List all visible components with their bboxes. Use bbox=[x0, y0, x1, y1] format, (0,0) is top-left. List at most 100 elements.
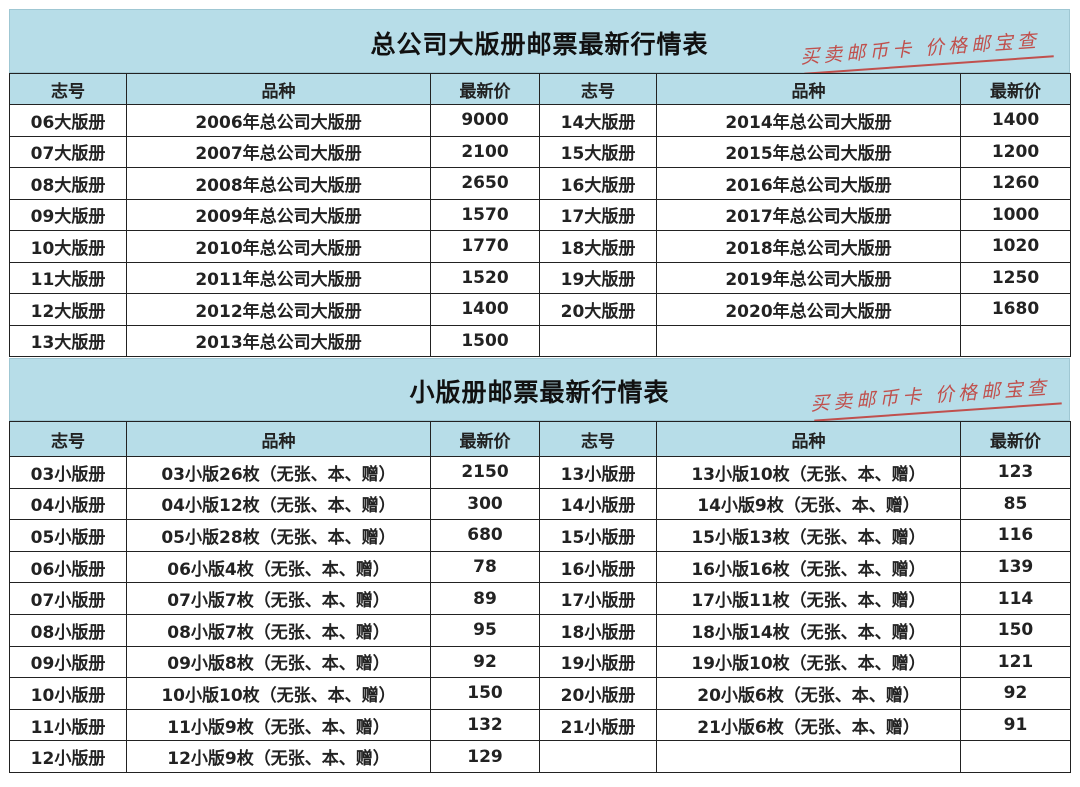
cell-code: 19小版册 bbox=[539, 645, 657, 679]
cell-code: 17大版册 bbox=[539, 198, 657, 231]
cell-variety: 2007年总公司大版册 bbox=[126, 135, 431, 168]
cell-variety: 2015年总公司大版册 bbox=[656, 135, 961, 168]
cell-price: 1250 bbox=[960, 261, 1071, 294]
cell-variety: 2016年总公司大版册 bbox=[656, 167, 961, 200]
cell-variety: 14小版9枚（无张、本、赠） bbox=[656, 487, 961, 521]
cell-variety: 20小版6枚（无张、本、赠） bbox=[656, 677, 961, 710]
cell-variety: 2020年总公司大版册 bbox=[656, 293, 961, 326]
cell-price: 300 bbox=[430, 487, 540, 521]
cell-variety: 16小版16枚（无张、本、赠） bbox=[656, 550, 961, 584]
table-row: 13大版册 2013年总公司大版册 1500 bbox=[9, 324, 1071, 357]
cell-price: 2150 bbox=[430, 456, 540, 489]
cell-price: 1000 bbox=[960, 198, 1071, 231]
col-header-variety: 品种 bbox=[126, 73, 431, 105]
cell-price: 1020 bbox=[960, 230, 1071, 263]
cell-price: 129 bbox=[430, 740, 540, 773]
cell-code: 09小版册 bbox=[9, 645, 127, 679]
cell-code: 15大版册 bbox=[539, 135, 657, 168]
section2-header-row: 志号 品种 最新价 志号 品种 最新价 bbox=[9, 421, 1071, 457]
col-header-code: 志号 bbox=[539, 421, 657, 457]
col-header-price: 最新价 bbox=[430, 73, 540, 105]
cell-price: 1400 bbox=[960, 104, 1071, 137]
table-row: 11小版册 11小版9枚（无张、本、赠） 132 21小版册 21小版6枚（无张、本、赠… bbox=[9, 708, 1071, 742]
cell-code bbox=[539, 324, 657, 357]
cell-variety: 21小版6枚（无张、本、赠） bbox=[656, 708, 961, 742]
col-header-code: 志号 bbox=[9, 421, 127, 457]
cell-code: 13大版册 bbox=[9, 324, 127, 357]
cell-price: 1570 bbox=[430, 198, 540, 231]
cell-code: 18大版册 bbox=[539, 230, 657, 263]
cell-variety: 17小版11枚（无张、本、赠） bbox=[656, 582, 961, 615]
cell-variety: 08小版7枚（无张、本、赠） bbox=[126, 613, 431, 647]
cell-price: 9000 bbox=[430, 104, 540, 137]
cell-code: 13小版册 bbox=[539, 456, 657, 489]
cell-variety: 2019年总公司大版册 bbox=[656, 261, 961, 294]
cell-price: 121 bbox=[960, 645, 1071, 679]
cell-variety: 19小版10枚（无张、本、赠） bbox=[656, 645, 961, 679]
cell-code: 17小版册 bbox=[539, 582, 657, 615]
section1-title-band: 总公司大版册邮票最新行情表 买卖邮币卡 价格邮宝查 bbox=[9, 9, 1070, 75]
cell-price: 2100 bbox=[430, 135, 540, 168]
cell-code: 14小版册 bbox=[539, 487, 657, 521]
cell-price: 1520 bbox=[430, 261, 540, 294]
col-header-code: 志号 bbox=[539, 73, 657, 105]
cell-code: 18小版册 bbox=[539, 613, 657, 647]
col-header-variety: 品种 bbox=[656, 73, 961, 105]
cell-variety: 2017年总公司大版册 bbox=[656, 198, 961, 231]
section2-table: 志号 品种 最新价 志号 品种 最新价 03小版册 03小版26枚（无张、本、赠）… bbox=[9, 421, 1071, 773]
cell-price: 78 bbox=[430, 550, 540, 584]
cell-variety: 2008年总公司大版册 bbox=[126, 167, 431, 200]
cell-code: 05小版册 bbox=[9, 519, 127, 552]
cell-code: 14大版册 bbox=[539, 104, 657, 137]
cell-price: 139 bbox=[960, 550, 1071, 584]
cell-price: 92 bbox=[960, 677, 1071, 710]
col-header-variety: 品种 bbox=[126, 421, 431, 457]
col-header-price: 最新价 bbox=[960, 73, 1071, 105]
cell-variety: 2011年总公司大版册 bbox=[126, 261, 431, 294]
table-row: 08大版册 2008年总公司大版册 2650 16大版册 2016年总公司大版册 1260 bbox=[9, 167, 1071, 200]
cell-price: 91 bbox=[960, 708, 1071, 742]
cell-variety: 2012年总公司大版册 bbox=[126, 293, 431, 326]
cell-code: 15小版册 bbox=[539, 519, 657, 552]
cell-code: 16大版册 bbox=[539, 167, 657, 200]
cell-variety: 2010年总公司大版册 bbox=[126, 230, 431, 263]
table-row: 04小版册 04小版12枚（无张、本、赠） 300 14小版册 14小版9枚（无张、本、… bbox=[9, 487, 1071, 521]
cell-price: 123 bbox=[960, 456, 1071, 489]
cell-code: 10大版册 bbox=[9, 230, 127, 263]
cell-code bbox=[539, 740, 657, 773]
section2-title-band: 小版册邮票最新行情表 买卖邮币卡 价格邮宝查 bbox=[9, 358, 1070, 422]
cell-code: 19大版册 bbox=[539, 261, 657, 294]
cell-price: 1200 bbox=[960, 135, 1071, 168]
cell-code: 09大版册 bbox=[9, 198, 127, 231]
cell-price: 1770 bbox=[430, 230, 540, 263]
cell-price bbox=[960, 740, 1071, 773]
cell-price: 2650 bbox=[430, 167, 540, 200]
section1-header-row: 志号 品种 最新价 志号 品种 最新价 bbox=[9, 73, 1071, 105]
cell-code: 12小版册 bbox=[9, 740, 127, 773]
table-row: 10大版册 2010年总公司大版册 1770 18大版册 2018年总公司大版册 1020 bbox=[9, 230, 1071, 263]
cell-price: 1500 bbox=[430, 324, 540, 357]
table-row: 09大版册 2009年总公司大版册 1570 17大版册 2017年总公司大版册 1000 bbox=[9, 198, 1071, 231]
cell-variety bbox=[656, 324, 961, 357]
cell-price: 114 bbox=[960, 582, 1071, 615]
cell-code: 20大版册 bbox=[539, 293, 657, 326]
cell-code: 07小版册 bbox=[9, 582, 127, 615]
price-sheet: 总公司大版册邮票最新行情表 买卖邮币卡 价格邮宝查 志号 品种 最新价 志号 品… bbox=[0, 0, 1080, 787]
cell-code: 11小版册 bbox=[9, 708, 127, 742]
cell-price: 680 bbox=[430, 519, 540, 552]
cell-code: 10小版册 bbox=[9, 677, 127, 710]
cell-variety: 09小版8枚（无张、本、赠） bbox=[126, 645, 431, 679]
cell-code: 12大版册 bbox=[9, 293, 127, 326]
table-row: 07小版册 07小版7枚（无张、本、赠） 89 17小版册 17小版11枚（无张、本、赠… bbox=[9, 582, 1071, 615]
cell-variety: 12小版9枚（无张、本、赠） bbox=[126, 740, 431, 773]
table-row: 03小版册 03小版26枚（无张、本、赠） 2150 13小版册 13小版10枚（无张、… bbox=[9, 456, 1071, 489]
cell-code: 06大版册 bbox=[9, 104, 127, 137]
cell-code: 16小版册 bbox=[539, 550, 657, 584]
cell-price: 85 bbox=[960, 487, 1071, 521]
cell-price: 1260 bbox=[960, 167, 1071, 200]
cell-code: 08大版册 bbox=[9, 167, 127, 200]
cell-code: 11大版册 bbox=[9, 261, 127, 294]
cell-variety: 11小版9枚（无张、本、赠） bbox=[126, 708, 431, 742]
cell-variety: 2013年总公司大版册 bbox=[126, 324, 431, 357]
cell-variety: 07小版7枚（无张、本、赠） bbox=[126, 582, 431, 615]
